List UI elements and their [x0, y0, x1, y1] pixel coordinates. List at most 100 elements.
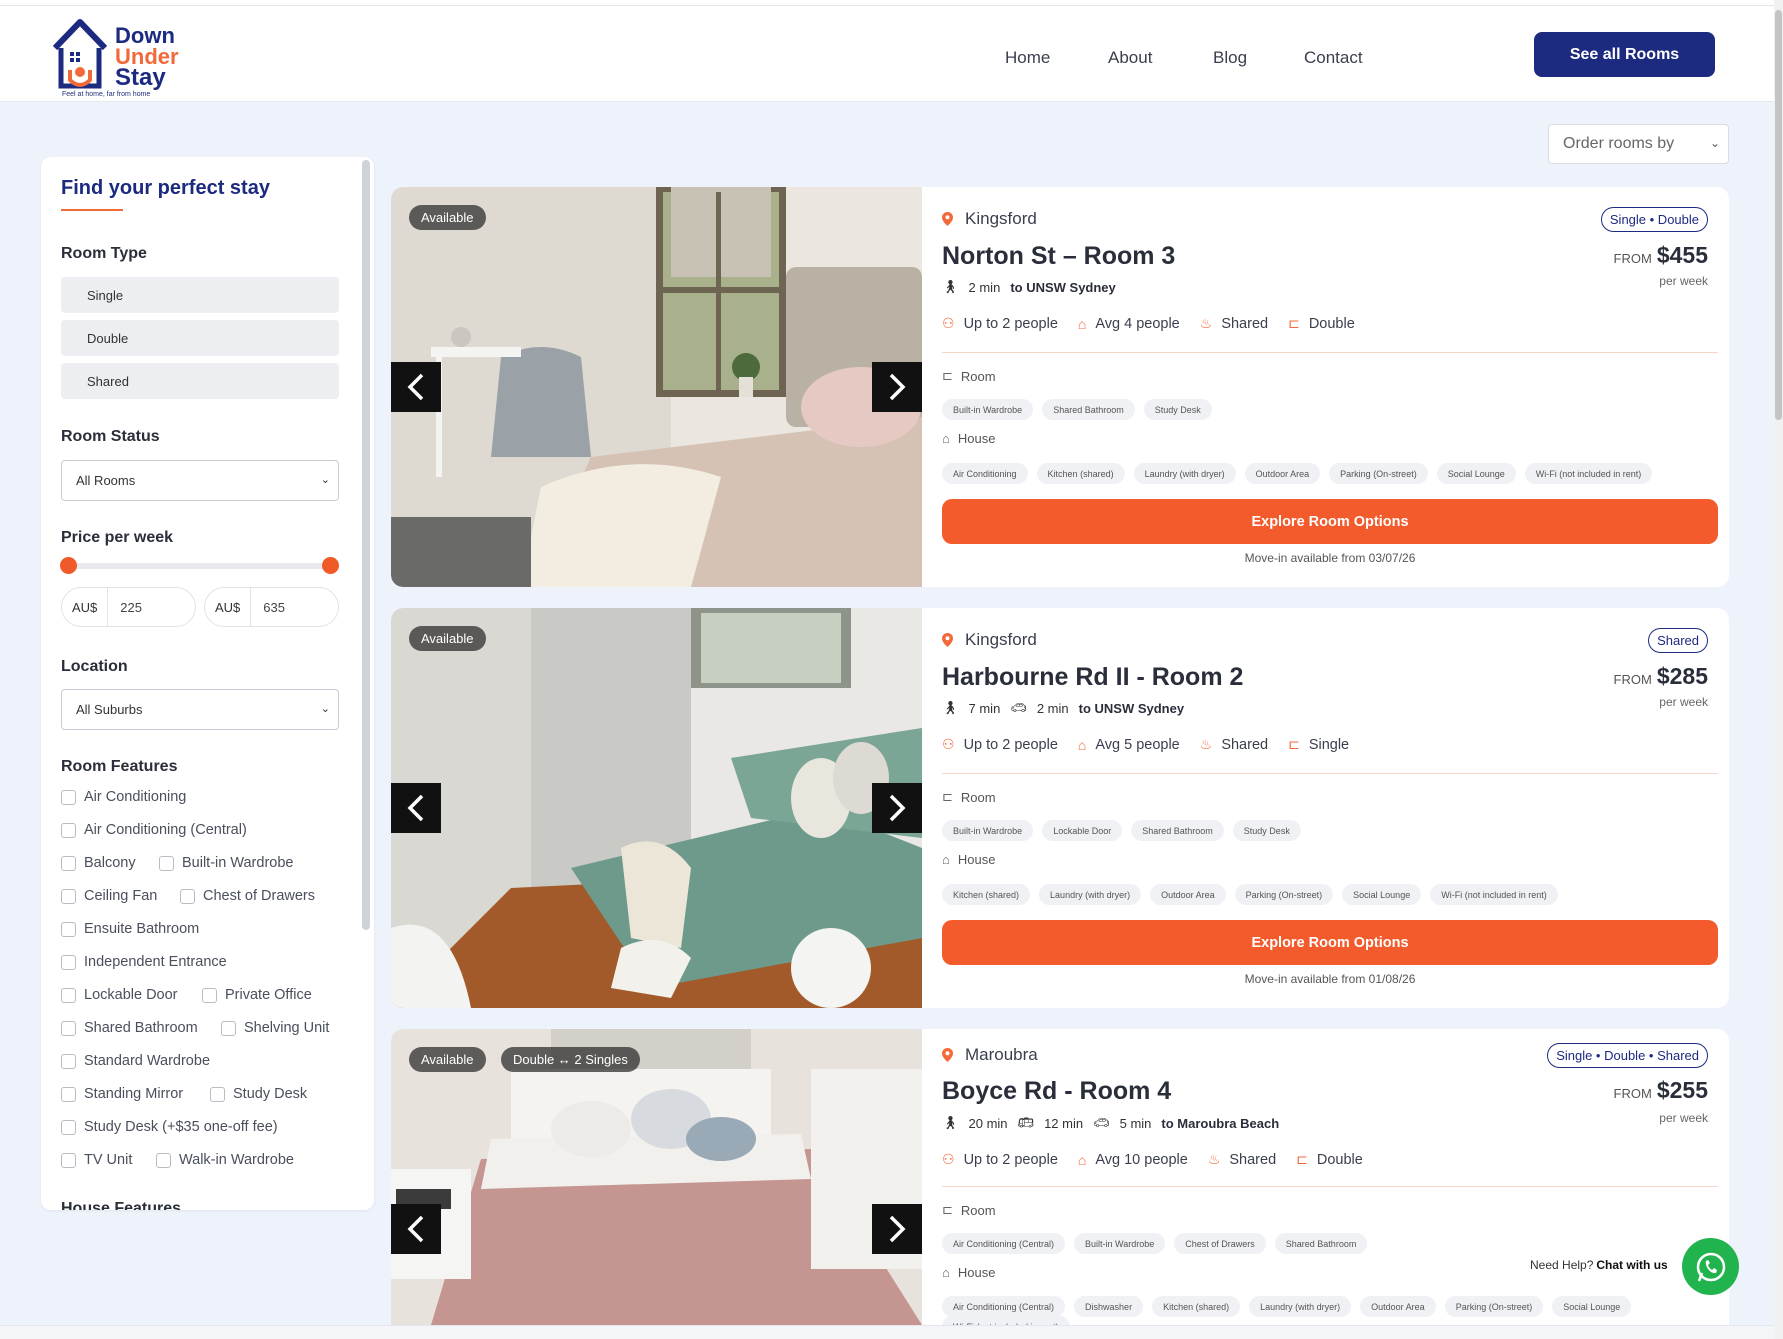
room-type-single[interactable]: Single [61, 277, 339, 313]
feature-independent-entrance[interactable]: Independent Entrance [61, 954, 227, 970]
nav-blog[interactable]: Blog [1213, 48, 1247, 68]
price-min-handle[interactable] [60, 557, 77, 574]
checkbox[interactable] [61, 888, 76, 904]
checkbox[interactable] [156, 1152, 171, 1168]
whatsapp-chat-button[interactable] [1682, 1238, 1739, 1295]
checkbox[interactable] [61, 1086, 76, 1102]
feature-label: Balcony [84, 855, 136, 871]
next-photo-button[interactable] [872, 362, 922, 412]
feature-chest-of-drawers[interactable]: Chest of Drawers [180, 888, 315, 904]
room-type-double[interactable]: Double [61, 320, 339, 356]
price-max-handle[interactable] [322, 557, 339, 574]
sidebar-title: Find your perfect stay [61, 177, 270, 199]
feature-label: Air Conditioning (Central) [84, 822, 247, 838]
checkbox[interactable] [210, 1086, 225, 1102]
checkbox[interactable] [61, 921, 76, 937]
see-all-rooms-button[interactable]: See all Rooms [1534, 32, 1715, 77]
site-logo[interactable]: Down Under Stay Feel at home, far from h… [52, 14, 192, 100]
location-select[interactable]: All Suburbs ⌄ [61, 689, 339, 730]
feature-ensuite-bathroom[interactable]: Ensuite Bathroom [61, 921, 199, 937]
listing-title[interactable]: Boyce Rd - Room 4 [942, 1077, 1171, 1106]
commute-time: 2 min [968, 279, 1001, 295]
price-value: $255 [1656, 1077, 1708, 1103]
nav-home[interactable]: Home [1005, 48, 1050, 68]
feature-tv-unit[interactable]: TV Unit [61, 1152, 132, 1168]
checkbox[interactable] [61, 987, 76, 1003]
listing-title[interactable]: Harbourne Rd II - Room 2 [942, 663, 1243, 692]
stat-capacity: Up to 2 people [963, 1151, 1058, 1168]
room-status-select[interactable]: All Rooms ⌄ [61, 460, 339, 501]
room-type-shared[interactable]: Shared [61, 363, 339, 399]
room-status-value: All Rooms [76, 473, 136, 488]
checkbox[interactable] [61, 855, 76, 871]
checkbox[interactable] [61, 1020, 76, 1036]
feature-chip: Wi-Fi (not included in rent) [942, 1316, 1070, 1325]
room-photo[interactable]: Available [391, 608, 922, 1008]
per-week-label: per week [1659, 695, 1708, 709]
prev-photo-button[interactable] [391, 1204, 441, 1254]
location-pin-icon [942, 633, 953, 647]
checkbox[interactable] [159, 855, 174, 871]
page-scrollbar-thumb[interactable] [1775, 10, 1782, 420]
price-min-input[interactable]: AU$ 225 [61, 587, 196, 627]
help-prompt[interactable]: Need Help? Chat with us [1520, 1251, 1678, 1279]
next-photo-button[interactable] [872, 1204, 922, 1254]
checkbox[interactable] [61, 1119, 76, 1135]
nav-contact[interactable]: Contact [1304, 48, 1363, 68]
checkbox[interactable] [61, 1053, 76, 1069]
explore-room-options-button[interactable]: Explore Room Options [942, 499, 1718, 544]
chevron-down-icon: ⌄ [320, 703, 330, 715]
feature-built-in-wardrobe[interactable]: Built-in Wardrobe [159, 855, 293, 871]
price-max-input[interactable]: AU$ 635 [204, 587, 339, 627]
checkbox[interactable] [221, 1020, 236, 1036]
explore-room-options-button[interactable]: Explore Room Options [942, 920, 1718, 965]
feature-study-desk[interactable]: Study Desk [210, 1086, 307, 1102]
feature-chip: Chest of Drawers [1174, 1233, 1266, 1254]
nav-about[interactable]: About [1108, 48, 1152, 68]
house-section-label: ⌂ House [942, 1265, 995, 1280]
checkbox[interactable] [61, 789, 76, 805]
price-range-track[interactable] [61, 563, 331, 569]
feature-shelving-unit[interactable]: Shelving Unit [221, 1020, 329, 1036]
price-value: $285 [1656, 663, 1708, 689]
room-stats: ⚇ Up to 2 people ⌂ Avg 4 people ♨ Shared ⊏ D… [942, 315, 1375, 332]
feature-ceiling-fan[interactable]: Ceiling Fan [61, 888, 157, 904]
price-block: FROM $285 [1614, 663, 1708, 690]
feature-private-office[interactable]: Private Office [202, 987, 312, 1003]
bus-icon: 🚌︎ [1017, 1115, 1035, 1130]
next-photo-button[interactable] [872, 783, 922, 833]
feature-chip: Parking (On-street) [1234, 884, 1334, 905]
room-photo[interactable]: Available [391, 187, 922, 587]
feature-chip: Kitchen (shared) [1152, 1296, 1241, 1317]
sidebar-scrollbar[interactable] [362, 160, 370, 930]
chat-link[interactable]: Chat with us [1596, 1258, 1667, 1272]
checkbox[interactable] [202, 987, 217, 1003]
price-block: FROM $255 [1614, 1077, 1708, 1104]
feature-shared-bathroom[interactable]: Shared Bathroom [61, 1020, 198, 1036]
checkbox[interactable] [61, 822, 76, 838]
feature-label: Lockable Door [84, 987, 178, 1003]
checkbox[interactable] [61, 954, 76, 970]
feature-study-desk-fee[interactable]: Study Desk (+$35 one-off fee) [61, 1119, 278, 1135]
checkbox[interactable] [180, 888, 195, 904]
commute-info: 🚶︎ 20 min 🚌︎ 12 min 🚗︎ 5 min to Maroubra Be… [942, 1115, 1289, 1131]
feature-chip: Laundry (with dryer) [1039, 884, 1142, 905]
checkbox[interactable] [61, 1152, 76, 1168]
feature-balcony[interactable]: Balcony [61, 855, 136, 871]
feature-standing-mirror[interactable]: Standing Mirror [61, 1086, 183, 1102]
feature-standard-wardrobe[interactable]: Standard Wardrobe [61, 1053, 210, 1069]
listing-title[interactable]: Norton St – Room 3 [942, 242, 1175, 271]
feature-air-conditioning-central[interactable]: Air Conditioning (Central) [61, 822, 247, 838]
room-photo[interactable]: Available Double ↔ 2 Singles [391, 1029, 922, 1325]
prev-photo-button[interactable] [391, 783, 441, 833]
feature-walk-in-wardrobe[interactable]: Walk-in Wardrobe [156, 1152, 294, 1168]
order-rooms-select[interactable]: Order rooms by ⌄ [1548, 124, 1729, 164]
help-prefix: Need Help? [1530, 1258, 1594, 1272]
divider [942, 773, 1718, 774]
prev-photo-button[interactable] [391, 362, 441, 412]
feature-lockable-door[interactable]: Lockable Door [61, 987, 178, 1003]
feature-label: Ceiling Fan [84, 888, 158, 904]
feature-chip: Shared Bathroom [1274, 1233, 1368, 1254]
location-heading: Location [61, 658, 128, 675]
feature-air-conditioning[interactable]: Air Conditioning [61, 789, 186, 805]
